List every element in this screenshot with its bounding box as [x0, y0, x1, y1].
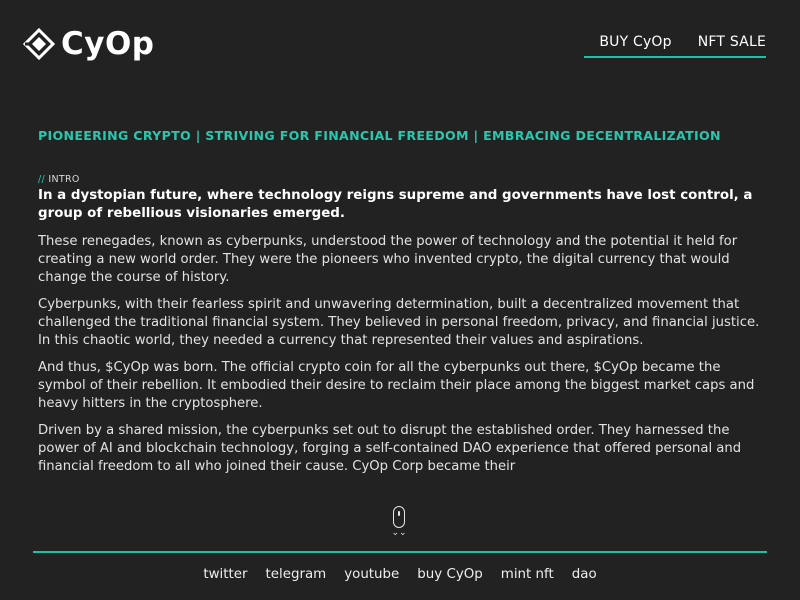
footer-link-buy-cyop[interactable]: buy CyOp: [417, 567, 482, 582]
scroll-down-indicator[interactable]: ⌄⌄: [390, 506, 408, 538]
chevron-down-icon: ⌄⌄: [391, 528, 407, 538]
footer-link-dao[interactable]: dao: [572, 567, 597, 582]
footer-links: twitter telegram youtube buy CyOp mint n…: [0, 567, 800, 582]
buy-cyop-link[interactable]: BUY CyOp: [599, 34, 671, 50]
mouse-icon: [393, 506, 405, 528]
intro-paragraph: Cyberpunks, with their fearless spirit a…: [38, 297, 760, 348]
footer-link-telegram[interactable]: telegram: [266, 567, 327, 582]
nft-sale-link[interactable]: NFT SALE: [698, 34, 766, 50]
footer-link-youtube[interactable]: youtube: [344, 567, 399, 582]
top-nav: BUY CyOp NFT SALE: [599, 34, 766, 50]
intro-paragraph: These renegades, known as cyberpunks, un…: [38, 234, 738, 285]
brand-name: CyOp: [61, 25, 155, 62]
footer-link-twitter[interactable]: twitter: [203, 567, 247, 582]
intro-paragraph: Driven by a shared mission, the cyberpun…: [38, 423, 742, 474]
footer-link-mint-nft[interactable]: mint nft: [501, 567, 554, 582]
intro-label-text: INTRO: [48, 174, 80, 185]
intro-paragraph: And thus, $CyOp was born. The official c…: [38, 360, 755, 411]
brand-logo[interactable]: CyOp: [23, 28, 155, 60]
nav-underline: [584, 56, 766, 58]
footer-divider: [33, 551, 767, 553]
cyop-logo-icon: [23, 28, 55, 60]
tagline: PIONEERING CRYPTO | STRIVING FOR FINANCI…: [38, 128, 721, 143]
intro-slashes: //: [38, 174, 46, 185]
intro-section[interactable]: // INTRO In a dystopian future, where te…: [38, 174, 762, 500]
page: CyOp BUY CyOp NFT SALE PIONEERING CRYPTO…: [0, 0, 800, 600]
intro-label: // INTRO: [38, 174, 762, 185]
intro-lead: In a dystopian future, where technology …: [38, 188, 753, 221]
